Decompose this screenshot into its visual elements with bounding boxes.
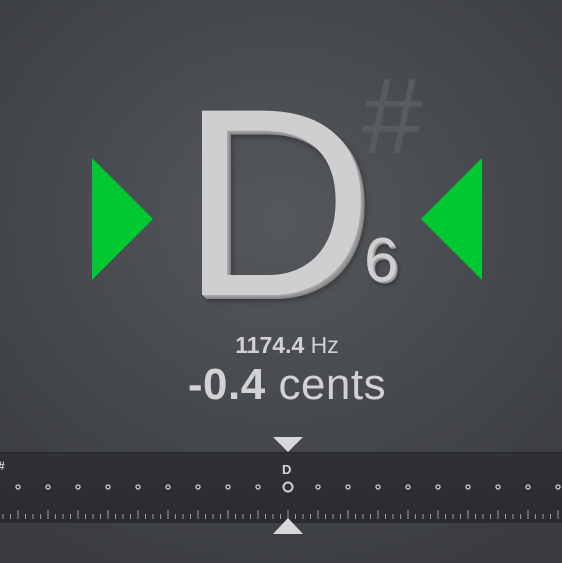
scale-pointer-bottom-icon bbox=[273, 518, 303, 539]
frequency-unit: Hz bbox=[310, 332, 339, 358]
scale-dot bbox=[225, 484, 231, 490]
scale-dot bbox=[75, 484, 81, 490]
accidental-sharp: # bbox=[362, 55, 423, 176]
scale-dot bbox=[495, 484, 501, 490]
scale-pointer-top-icon bbox=[273, 437, 303, 458]
frequency-readout: 1174.4 Hz bbox=[0, 332, 562, 359]
note-name: D bbox=[180, 52, 374, 352]
scale-dot bbox=[45, 484, 51, 490]
scale-dot bbox=[135, 484, 141, 490]
cents-value: -0.4 bbox=[187, 360, 266, 409]
scale-dot bbox=[555, 484, 561, 490]
right-tune-indicator-icon bbox=[421, 158, 483, 280]
scale-dot bbox=[375, 484, 381, 490]
scale-center-dot bbox=[282, 481, 294, 493]
scale-dot bbox=[525, 484, 531, 490]
scale-label-sharp: # bbox=[0, 459, 5, 473]
scale-dot bbox=[315, 484, 321, 490]
scale-dot bbox=[345, 484, 351, 490]
left-tune-indicator-icon bbox=[92, 158, 154, 280]
scale-label-note: D bbox=[282, 462, 292, 477]
scale-dot bbox=[465, 484, 471, 490]
octave-number: 6 bbox=[364, 226, 399, 295]
scale-dot bbox=[255, 484, 261, 490]
scale-dot bbox=[165, 484, 171, 490]
scale-dot bbox=[435, 484, 441, 490]
scale-dot bbox=[405, 484, 411, 490]
scale-dot bbox=[105, 484, 111, 490]
pitch-scale: # D bbox=[0, 452, 562, 524]
cents-readout: -0.4 cents bbox=[0, 360, 562, 410]
tuner-display: D # 6 1174.4 Hz -0.4 cents # D bbox=[0, 0, 562, 563]
scale-dot bbox=[15, 484, 21, 490]
scale-dot bbox=[195, 484, 201, 490]
pitch-scale-ticks bbox=[2, 481, 561, 519]
cents-unit: cents bbox=[278, 360, 387, 409]
frequency-value: 1174.4 bbox=[235, 332, 305, 358]
